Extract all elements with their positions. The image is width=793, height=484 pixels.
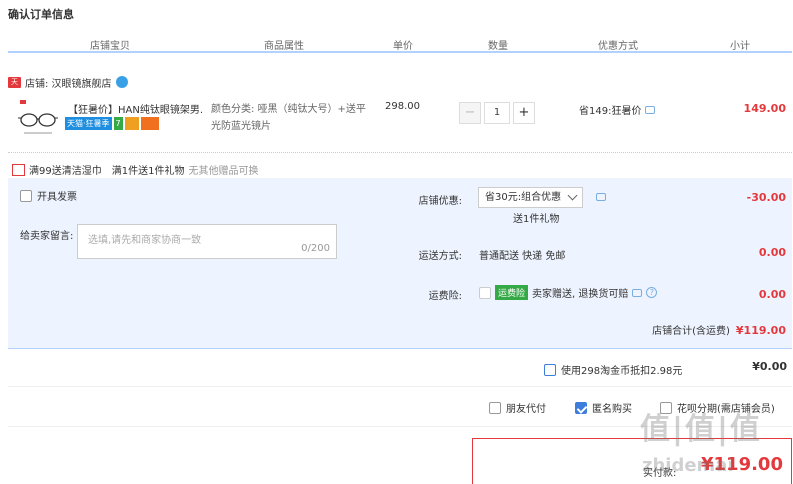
shipping-method: 普通配送 快递 免邮 [479,251,566,262]
watermark-site: zhidemai [642,455,734,476]
col-discount: 优惠方式 [598,41,638,52]
col-subtotal: 小计 [730,41,750,52]
page-title: 确认订单信息 [8,8,74,21]
item-subtotal: 149.00 [743,102,786,115]
coin-checkbox[interactable] [544,363,556,376]
order-options-panel: 开具发票 给卖家留言: 选填,请先和商家协商一致 0/200 店铺优惠: 省30… [8,178,792,349]
invoice-option[interactable]: 开具发票 [20,188,77,203]
cart-item-row: 【狂暑价】HAN纯钛眼镜架男... 天猫·狂暑季 7 颜色分类: 哑黑（纯钛大号… [8,93,792,153]
product-thumbnail[interactable] [16,98,60,138]
insurance-badge: 运费险 [495,285,529,300]
message-textarea[interactable]: 选填,请先和商家协商一致 0/200 [77,224,337,259]
col-shop-item: 店铺宝贝 [90,41,130,52]
coin-label: 使用298淘金币抵扣2.98元 [561,366,683,377]
shipping-amount: 0.00 [758,246,786,259]
gift-muted-note: 无其他赠品可换 [188,166,259,177]
insurance-text: 卖家赠送, 退换货可赔 [532,289,629,300]
comment-icon[interactable] [596,193,606,201]
chevron-down-icon [567,190,578,201]
insurance-amount: 0.00 [758,288,786,301]
shop-total: 店铺合计(含运费) ¥119.00 [652,322,786,337]
column-header: 店铺宝贝 商品属性 单价 数量 优惠方式 小计 [8,33,792,53]
product-attributes: 颜色分类: 哑黑（纯钛大号）+送平光防蓝光镜片 [211,104,366,132]
col-quantity: 数量 [488,41,508,52]
item-discount: 省149:狂暑价 [579,102,656,117]
shop-name[interactable]: 店铺: 汉眼镜旗舰店 [25,75,112,90]
quantity-plus-button[interactable]: + [513,102,535,124]
message-label: 给卖家留言: [20,231,74,242]
quantity-minus-button[interactable]: − [459,102,481,124]
shop-discount-sub: 送1件礼物 [513,214,560,225]
shop-discount-value: 省30元:组合优惠 [485,192,562,203]
item-discount-label: 省149:狂暑价 [579,106,642,117]
insurance-label: 运费险: [428,291,462,302]
coin-amount: ¥0.00 [752,360,787,373]
shipping-label: 运送方式: [418,251,462,262]
guarantee-icon [124,117,139,130]
comment-icon[interactable] [632,288,643,297]
insurance-row: 运费险 卖家赠送, 退换货可赔 ? [479,285,658,300]
gift-row: 满99送清洁湿巾 满1件送1件礼物 无其他赠品可换 [12,162,258,177]
anonymous-label: 匿名购买 [592,404,632,415]
seven-day-return-icon: 7 [113,117,123,130]
message-placeholder: 选填,请先和商家协商一致 [88,235,202,246]
col-attributes: 商品属性 [264,41,304,52]
tmall-shop-icon: 天 [8,76,21,88]
quantity-stepper: − 1 + [459,102,535,124]
credit-card-icon [140,117,159,130]
unit-price: 298.00 [385,101,420,112]
coin-deduction[interactable]: 使用298淘金币抵扣2.98元 [544,362,682,377]
friend-pay-label: 朋友代付 [506,404,546,415]
shop-row: 天 店铺: 汉眼镜旗舰店 [8,73,128,91]
insurance-checkbox[interactable] [479,286,491,299]
friend-pay-checkbox[interactable] [489,401,501,414]
help-icon[interactable]: ? [646,287,658,298]
anonymous-option[interactable]: 匿名购买 [575,400,632,415]
shop-discount-amount: -30.00 [746,191,786,204]
tmall-promo-badge: 天猫·狂暑季 [65,117,112,130]
comment-icon[interactable] [645,105,656,114]
friend-pay-option[interactable]: 朋友代付 [489,400,546,415]
shop-discount-label: 店铺优惠: [418,196,462,207]
shop-total-label: 店铺合计(含运费) [652,326,730,337]
divider [8,386,792,387]
gift-label-2: 满1件送1件礼物 [111,166,185,177]
product-title[interactable]: 【狂暑价】HAN纯钛眼镜架男... [68,101,203,116]
col-unit-price: 单价 [393,41,413,52]
shop-total-amount: ¥119.00 [735,324,786,337]
watermark-logo: 值|值|值 [640,412,762,447]
anonymous-checkbox[interactable] [575,401,587,414]
chat-seller-icon[interactable] [115,76,128,88]
message-char-count: 0/200 [301,243,330,254]
gift-label-1: 满99送清洁湿巾 [29,166,102,177]
gift-icon [12,163,25,176]
quantity-input[interactable]: 1 [484,102,510,124]
invoice-checkbox[interactable] [20,189,32,202]
shop-discount-select[interactable]: 省30元:组合优惠 [478,187,583,208]
promo-badges: 天猫·狂暑季 7 [65,117,159,130]
invoice-label: 开具发票 [37,192,77,203]
